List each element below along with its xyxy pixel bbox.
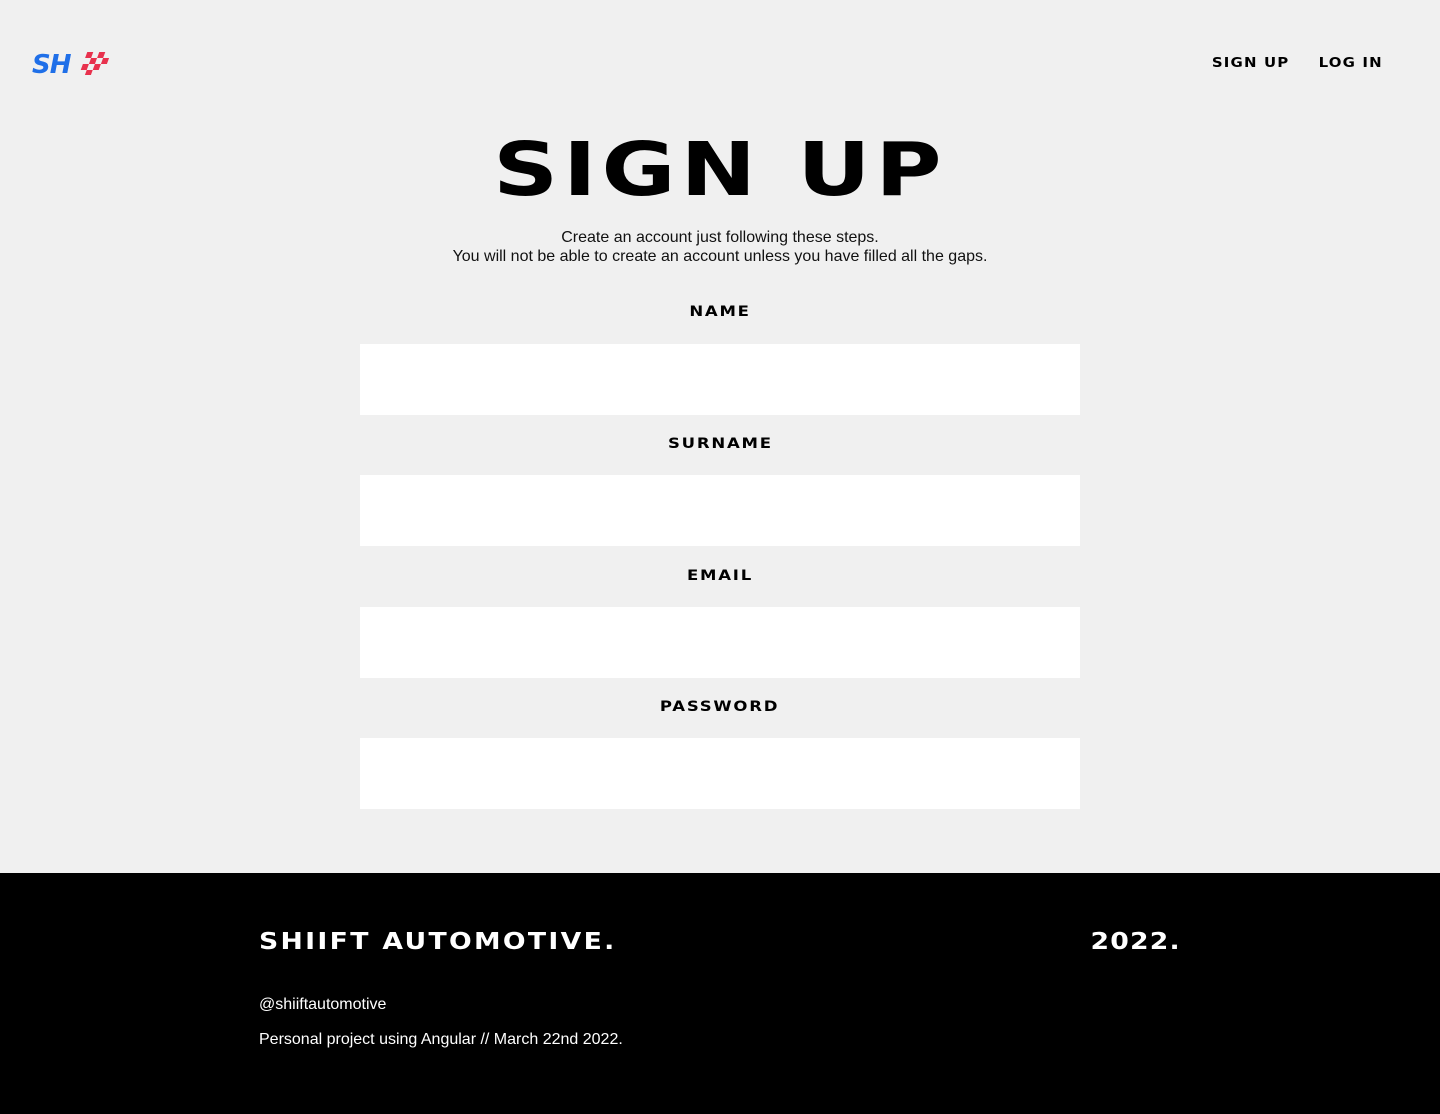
footer-credit: Personal project using Angular // March …: [259, 1031, 623, 1048]
logo[interactable]: SH: [32, 50, 112, 80]
nav-sign-up-link[interactable]: SIGN UP: [1212, 56, 1289, 71]
main-nav: SIGN UP LOG IN: [1212, 56, 1383, 71]
logo-letters: SH: [32, 50, 72, 76]
shiift-logo-icon: SH: [32, 50, 110, 80]
password-label: PASSWORD: [660, 699, 780, 715]
password-field[interactable]: [360, 738, 1080, 809]
surname-label: SURNAME: [667, 436, 773, 452]
top-bar: SH SIGN UP LOG IN: [0, 0, 1440, 120]
footer: SHIIFT AUTOMOTIVE. 2022. @shiiftautomoti…: [0, 873, 1440, 1114]
name-label: NAME: [689, 304, 751, 320]
surname-field[interactable]: [360, 475, 1080, 546]
email-field[interactable]: [360, 607, 1080, 678]
page-title-text: SIGN UP: [493, 127, 947, 213]
email-label: EMAIL: [686, 568, 754, 584]
page-subtitle: Create an account just following these s…: [0, 228, 1440, 266]
subtitle-line-1: Create an account just following these s…: [561, 229, 879, 246]
page-title: SIGN UP: [0, 130, 1440, 210]
footer-year: 2022.: [1090, 929, 1181, 955]
footer-brand: SHIIFT AUTOMOTIVE.: [259, 929, 617, 955]
subtitle-line-2: You will not be able to create an accoun…: [452, 248, 988, 265]
nav-log-in-link[interactable]: LOG IN: [1319, 56, 1383, 71]
footer-social-handle[interactable]: @shiiftautomotive: [259, 996, 386, 1014]
name-field[interactable]: [360, 344, 1080, 415]
